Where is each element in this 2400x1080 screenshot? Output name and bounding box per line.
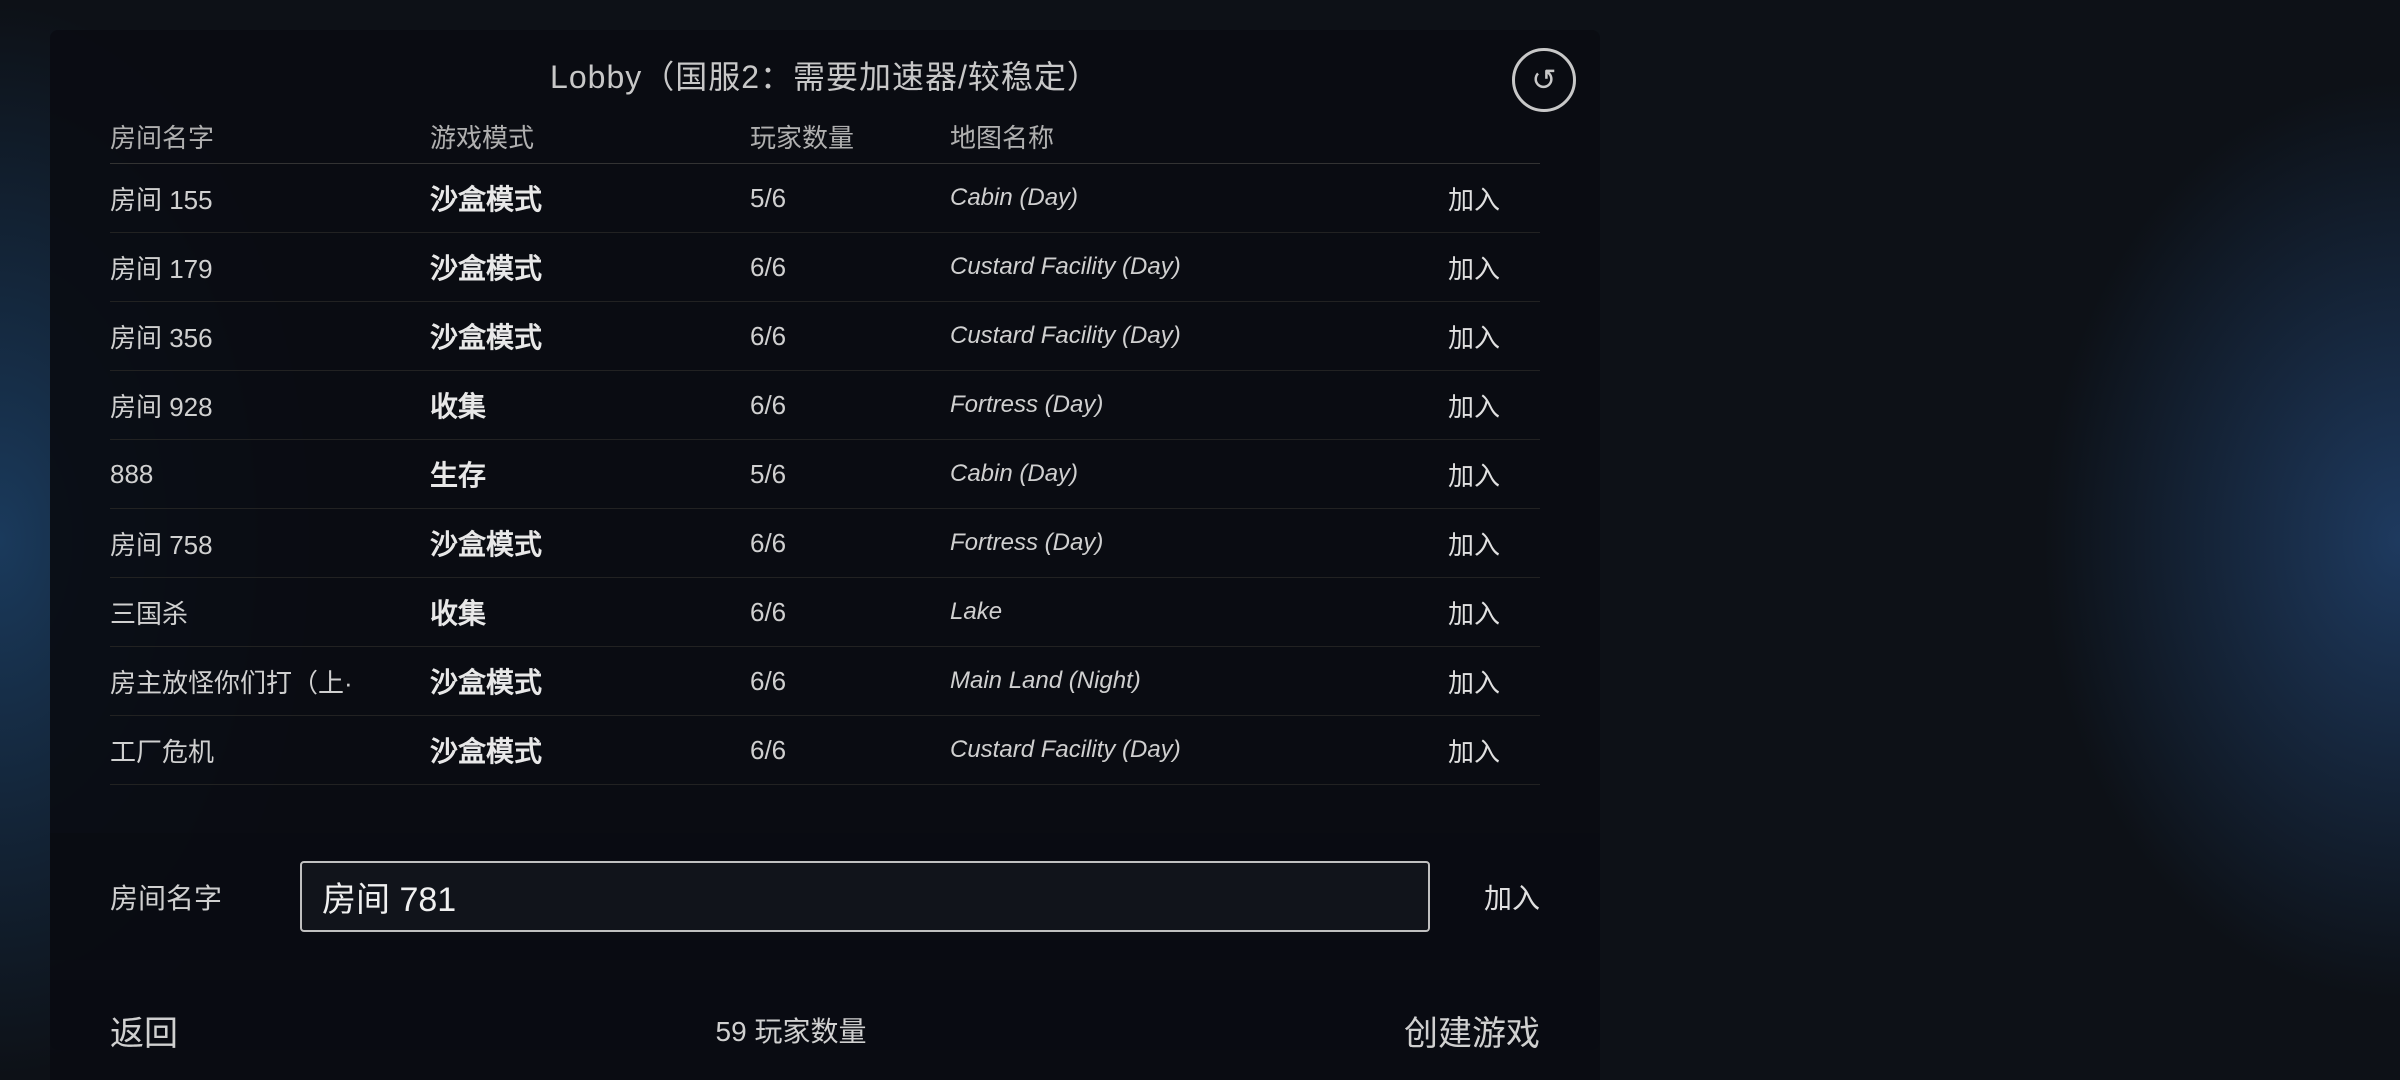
table-row: 工厂危机 沙盒模式 6/6 Custard Facility (Day) 加入 [110,716,1540,785]
room-name-cell: 工厂危机 [110,732,430,769]
room-name-cell: 房间 928 [110,387,430,424]
map-name-cell: Lake [950,598,1350,626]
table-row: 三国杀 收集 6/6 Lake 加入 [110,578,1540,647]
header-map-name: 地图名称 [950,118,1350,155]
join-button[interactable]: 加入 [1350,663,1500,700]
players-cell: 6/6 [750,252,950,283]
map-name-cell: Cabin (Day) [950,184,1350,212]
game-mode-cell: 沙盒模式 [430,661,750,701]
map-name-cell: Custard Facility (Day) [950,736,1350,764]
game-mode-cell: 沙盒模式 [430,247,750,287]
table-row: 房间 179 沙盒模式 6/6 Custard Facility (Day) 加… [110,233,1540,302]
header-room-name: 房间名字 [110,118,430,155]
game-mode-cell: 收集 [430,592,750,632]
room-name-input[interactable] [300,861,1430,932]
create-game-button[interactable]: 创建游戏 [1404,1006,1540,1055]
player-count: 59 玩家数量 [716,1010,867,1050]
join-button[interactable]: 加入 [1350,525,1500,562]
players-cell: 6/6 [750,528,950,559]
join-button[interactable]: 加入 [1350,594,1500,631]
lobby-title: Lobby（国服2：需要加速器/较稳定） [50,30,1600,108]
map-name-cell: Custard Facility (Day) [950,253,1350,281]
players-cell: 6/6 [750,390,950,421]
bottom-section: 房间名字 加入 [50,833,1600,960]
game-mode-cell: 沙盒模式 [430,178,750,218]
game-mode-cell: 沙盒模式 [430,523,750,563]
room-name-cell: 三国杀 [110,594,430,631]
game-mode-cell: 生存 [430,454,750,494]
map-name-cell: Custard Facility (Day) [950,322,1350,350]
players-cell: 6/6 [750,666,950,697]
join-button[interactable]: 加入 [1350,732,1500,769]
join-button[interactable]: 加入 [1350,180,1500,217]
room-name-cell: 房间 155 [110,180,430,217]
game-mode-cell: 收集 [430,385,750,425]
join-button[interactable]: 加入 [1350,456,1500,493]
game-mode-cell: 沙盒模式 [430,316,750,356]
join-button[interactable]: 加入 [1350,387,1500,424]
header-action [1350,118,1500,155]
room-name-cell: 房主放怪你们打（上· [110,663,430,700]
room-name-cell: 房间 356 [110,318,430,355]
room-name-cell: 房间 758 [110,525,430,562]
join-button[interactable]: 加入 [1350,249,1500,286]
map-name-cell: Main Land (Night) [950,667,1350,695]
header-players: 玩家数量 [750,118,950,155]
players-cell: 5/6 [750,183,950,214]
room-name-label: 房间名字 [110,877,270,917]
table-row: 房主放怪你们打（上· 沙盒模式 6/6 Main Land (Night) 加入 [110,647,1540,716]
map-name-cell: Fortress (Day) [950,529,1350,557]
table-row: 房间 758 沙盒模式 6/6 Fortress (Day) 加入 [110,509,1540,578]
map-name-cell: Fortress (Day) [950,391,1350,419]
players-cell: 6/6 [750,321,950,352]
players-cell: 6/6 [750,735,950,766]
room-name-cell: 房间 179 [110,249,430,286]
join-button-bottom[interactable]: 加入 [1460,877,1540,917]
back-button[interactable]: 返回 [110,1006,178,1055]
players-cell: 6/6 [750,597,950,628]
refresh-button[interactable]: ↺ [1512,48,1576,112]
table-row: 房间 928 收集 6/6 Fortress (Day) 加入 [110,371,1540,440]
game-mode-cell: 沙盒模式 [430,730,750,770]
footer-bar: 返回 59 玩家数量 创建游戏 [50,980,1600,1080]
table-row: 房间 155 沙盒模式 5/6 Cabin (Day) 加入 [110,164,1540,233]
map-name-cell: Cabin (Day) [950,460,1350,488]
table-body: 房间 155 沙盒模式 5/6 Cabin (Day) 加入 房间 179 沙盒… [110,164,1540,785]
table-header: 房间名字 游戏模式 玩家数量 地图名称 [110,108,1540,164]
players-cell: 5/6 [750,459,950,490]
join-button[interactable]: 加入 [1350,318,1500,355]
bg-decoration-right [1980,0,2400,1080]
room-table: 房间名字 游戏模式 玩家数量 地图名称 房间 155 沙盒模式 5/6 Cabi… [50,108,1600,785]
table-row: 房间 356 沙盒模式 6/6 Custard Facility (Day) 加… [110,302,1540,371]
room-name-cell: 888 [110,459,430,490]
table-row: 888 生存 5/6 Cabin (Day) 加入 [110,440,1540,509]
header-game-mode: 游戏模式 [430,118,750,155]
